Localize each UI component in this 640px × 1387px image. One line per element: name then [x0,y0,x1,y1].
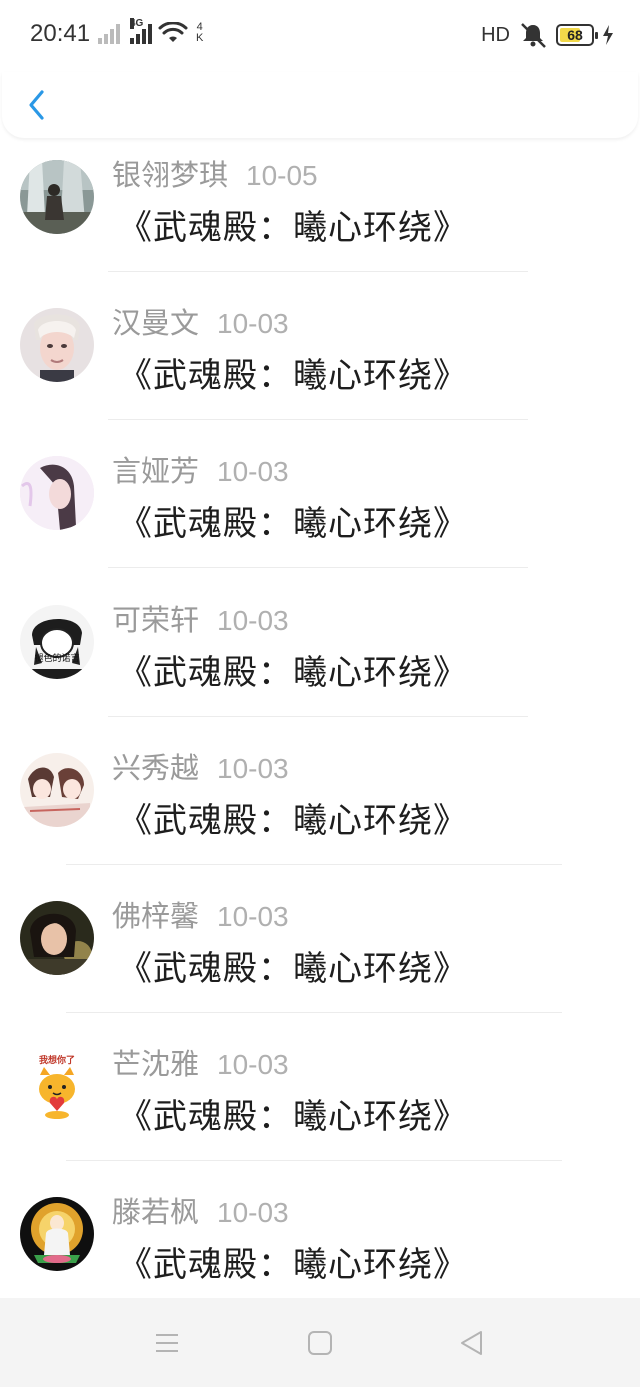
avatar-portrait-dark[interactable] [20,900,94,975]
home-button[interactable] [305,1328,335,1358]
message-date: 10-03 [217,604,289,636]
message-text: 《武魂殿：曦心环绕》 [118,1097,468,1138]
message-meta: 佛梓馨 10-03 [112,893,289,935]
back-triangle-icon [461,1331,482,1355]
network-speed-unit: K [196,32,204,44]
sender-name: 言娅芳 [112,454,200,489]
message-meta: 银翎梦琪 10-05 [112,152,318,194]
system-nav-bar [0,1298,640,1387]
battery-level: 68 [567,27,583,43]
network-type-label: 4G [130,18,144,29]
message-date: 10-03 [217,1197,289,1229]
status-bar: 20:41 4G 4 K HD 68 [0,0,640,72]
battery-icon: 68 [556,24,598,46]
sender-name: 可荣轩 [112,602,200,637]
sender-name: 滕若枫 [112,1195,200,1230]
message-meta: 兴秀越 10-03 [112,745,289,787]
list-item[interactable]: 兴秀越 10-03 《武魂殿：曦心环绕》 [0,741,640,889]
message-text: 《武魂殿：曦心环绕》 [118,208,468,248]
avatar-portrait-girl[interactable] [20,456,94,531]
charging-bolt-icon [603,25,613,45]
message-meta: 言娅芳 10-03 [112,448,289,490]
avatar-cartoon-cat[interactable]: 我想你了 [20,1049,94,1124]
sender-name: 芒沈雅 [112,1047,200,1082]
nav-back-button[interactable] [457,1328,487,1358]
app-header [2,72,638,138]
message-text: 《武魂殿：曦心环绕》 [118,800,468,841]
message-text: 《武魂殿：曦心环绕》 [118,652,468,693]
network-speed: 4 K [196,22,203,44]
row-divider [108,567,528,569]
avatar-caption: 褪色的诺言 [34,652,79,664]
message-text: 《武魂殿：曦心环绕》 [118,504,468,545]
message-date: 10-03 [217,308,289,340]
sender-name: 汉曼文 [112,306,200,341]
sender-name: 银翎梦琪 [112,158,229,192]
sender-name: 兴秀越 [112,750,200,785]
message-list: 银翎梦琪 10-05 《武魂殿：曦心环绕》 汉曼文 10-03 《武魂殿：曦心环… [0,148,640,1334]
message-date: 10-05 [246,160,318,191]
status-left-icons: 4G 4 K [98,18,203,44]
chevron-left-icon [29,90,44,120]
signal-sim2-icon: 4G [130,18,152,44]
vibrate-mute-icon [521,23,546,48]
avatar-portrait-man[interactable] [20,308,94,383]
row-divider [66,1160,562,1162]
hd-voice-label: HD [481,23,510,46]
avatar-ink-sketch[interactable]: 褪色的诺言 [20,604,94,679]
status-time: 20:41 [30,20,91,47]
wifi-icon [158,22,188,42]
list-item[interactable]: 我想你了 芒沈雅 10-03 《武魂殿：曦心环绕》 [0,1037,640,1185]
row-divider [66,863,562,865]
message-text: 《武魂殿：曦心环绕》 [118,356,468,397]
list-item[interactable]: 佛梓馨 10-03 《武魂殿：曦心环绕》 [0,889,640,1037]
signal-sim1-icon [98,22,120,44]
avatar-caption: 我想你了 [39,1054,75,1066]
menu-icon [156,1334,178,1352]
avatar-anime-sketch[interactable] [20,752,94,827]
list-item[interactable]: 汉曼文 10-03 《武魂殿：曦心环绕》 [0,296,640,444]
home-square-icon [308,1331,332,1355]
message-meta: 滕若枫 10-03 [112,1189,289,1231]
message-date: 10-03 [217,900,289,932]
menu-button[interactable] [152,1328,182,1358]
row-divider [66,1011,562,1013]
row-divider [108,715,528,717]
avatar-waterfall[interactable] [20,160,94,234]
row-divider [108,419,528,421]
list-item[interactable]: 言娅芳 10-03 《武魂殿：曦心环绕》 [0,444,640,592]
message-meta: 可荣轩 10-03 [112,597,289,639]
message-text: 《武魂殿：曦心环绕》 [118,1245,468,1286]
message-meta: 芒沈雅 10-03 [112,1041,289,1083]
status-right-icons: HD 68 [481,22,614,48]
row-divider [108,271,528,272]
message-meta: 汉曼文 10-03 [112,300,289,342]
back-button[interactable] [22,86,52,124]
avatar-buddha[interactable] [20,1197,94,1272]
list-item[interactable]: 褪色的诺言 可荣轩 10-03 《武魂殿：曦心环绕》 [0,593,640,741]
sender-name: 佛梓馨 [112,898,200,933]
message-date: 10-03 [217,1049,289,1081]
message-text: 《武魂殿：曦心环绕》 [118,948,468,989]
list-item[interactable]: 银翎梦琪 10-05 《武魂殿：曦心环绕》 [0,148,640,296]
message-date: 10-03 [217,752,289,784]
message-date: 10-03 [217,456,289,488]
